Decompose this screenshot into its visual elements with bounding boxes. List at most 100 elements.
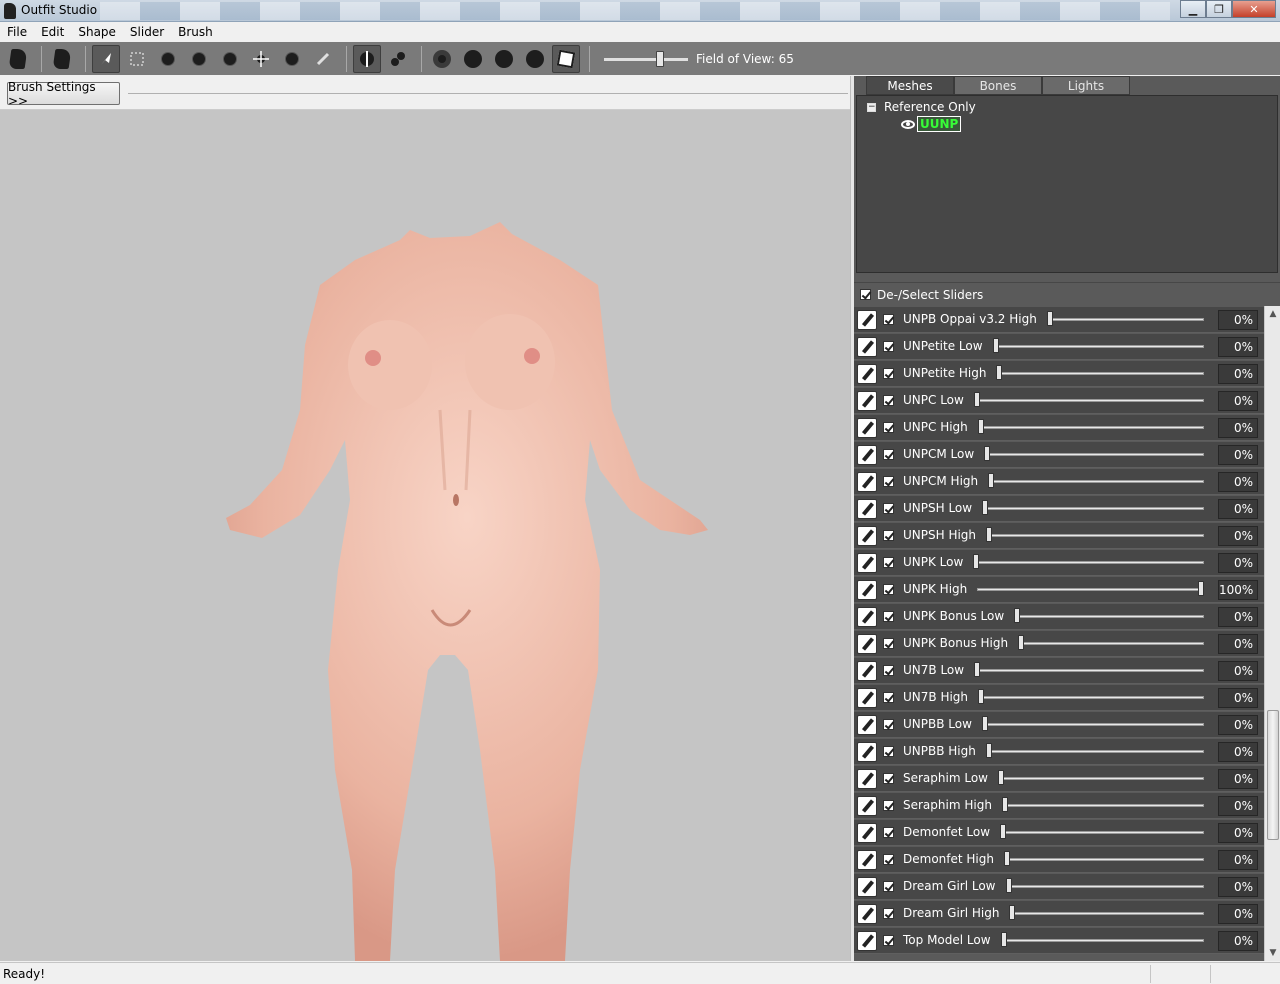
slider-track[interactable]: [984, 453, 1204, 456]
view-back-button[interactable]: [459, 45, 487, 73]
scrollbar-thumb[interactable]: [1267, 710, 1279, 840]
slider-thumb[interactable]: [974, 392, 980, 407]
slider-track[interactable]: [977, 588, 1204, 591]
slider-enable-checkbox[interactable]: [883, 503, 894, 514]
slider-thumb[interactable]: [1009, 905, 1015, 920]
slider-value-field[interactable]: 0%: [1218, 877, 1258, 897]
slider-value-field[interactable]: 0%: [1218, 931, 1258, 951]
slider-thumb[interactable]: [1000, 824, 1006, 839]
slider-thumb[interactable]: [986, 527, 992, 542]
slider-thumb[interactable]: [986, 743, 992, 758]
edit-slider-button[interactable]: [857, 904, 877, 924]
edit-slider-button[interactable]: [857, 823, 877, 843]
slider-thumb[interactable]: [998, 770, 1004, 785]
slider-list-scrollbar[interactable]: ▲ ▼: [1264, 306, 1280, 961]
collapse-toggle-icon[interactable]: −: [867, 102, 876, 112]
slider-track[interactable]: [1018, 642, 1204, 645]
fov-slider[interactable]: [604, 49, 688, 69]
slider-track[interactable]: [973, 561, 1204, 564]
edit-slider-button[interactable]: [857, 742, 877, 762]
inflate-brush-button[interactable]: [185, 45, 213, 73]
edit-slider-button[interactable]: [857, 337, 877, 357]
slider-enable-checkbox[interactable]: [883, 881, 894, 892]
slider-enable-checkbox[interactable]: [883, 530, 894, 541]
edit-slider-button[interactable]: [857, 877, 877, 897]
slider-value-field[interactable]: 0%: [1218, 472, 1258, 492]
slider-value-field[interactable]: 0%: [1218, 310, 1258, 330]
slider-value-field[interactable]: 0%: [1218, 634, 1258, 654]
weight-brush-button[interactable]: [309, 45, 337, 73]
slider-thumb[interactable]: [1006, 878, 1012, 893]
menu-shape[interactable]: Shape: [71, 25, 123, 39]
slider-enable-checkbox[interactable]: [883, 665, 894, 676]
slider-track[interactable]: [982, 723, 1204, 726]
x-mirror-button[interactable]: [353, 44, 381, 73]
new-project-button[interactable]: [4, 45, 32, 73]
slider-enable-checkbox[interactable]: [883, 422, 894, 433]
scroll-down-icon[interactable]: ▼: [1265, 945, 1280, 961]
slider-enable-checkbox[interactable]: [883, 773, 894, 784]
select-tool-button[interactable]: [92, 44, 120, 73]
slider-value-field[interactable]: 0%: [1218, 499, 1258, 519]
edit-slider-button[interactable]: [857, 850, 877, 870]
slider-thumb[interactable]: [973, 554, 979, 569]
slider-track[interactable]: [998, 777, 1204, 780]
slider-value-field[interactable]: 0%: [1218, 688, 1258, 708]
menu-file[interactable]: File: [0, 25, 34, 39]
slider-track[interactable]: [993, 345, 1204, 348]
connected-only-button[interactable]: [384, 45, 412, 73]
slider-thumb[interactable]: [988, 473, 994, 488]
tree-mesh-item[interactable]: UUNP: [901, 116, 962, 132]
slider-thumb[interactable]: [1198, 581, 1204, 596]
slider-value-field[interactable]: 0%: [1218, 418, 1258, 438]
slider-value-field[interactable]: 100%: [1218, 580, 1258, 600]
slider-track[interactable]: [982, 507, 1204, 510]
3d-viewport[interactable]: [0, 110, 850, 961]
tab-meshes[interactable]: Meshes: [866, 76, 954, 95]
slider-enable-checkbox[interactable]: [883, 368, 894, 379]
slider-thumb[interactable]: [1047, 311, 1053, 326]
slider-value-field[interactable]: 0%: [1218, 742, 1258, 762]
edit-slider-button[interactable]: [857, 391, 877, 411]
maximize-button[interactable]: ❐: [1206, 0, 1232, 18]
slider-thumb[interactable]: [1018, 635, 1024, 650]
view-left-button[interactable]: [490, 45, 518, 73]
slider-enable-checkbox[interactable]: [883, 638, 894, 649]
edit-slider-button[interactable]: [857, 661, 877, 681]
slider-enable-checkbox[interactable]: [883, 827, 894, 838]
edit-slider-button[interactable]: [857, 364, 877, 384]
fov-slider-thumb[interactable]: [656, 50, 664, 67]
edit-slider-button[interactable]: [857, 553, 877, 573]
slider-track[interactable]: [974, 399, 1204, 402]
slider-track[interactable]: [988, 480, 1204, 483]
transform-tool-button[interactable]: [123, 45, 151, 73]
edit-slider-button[interactable]: [857, 688, 877, 708]
slider-track[interactable]: [1009, 912, 1204, 915]
view-right-button[interactable]: [521, 45, 549, 73]
slider-enable-checkbox[interactable]: [883, 935, 894, 946]
edit-slider-button[interactable]: [857, 607, 877, 627]
menu-slider[interactable]: Slider: [123, 25, 171, 39]
slider-thumb[interactable]: [982, 500, 988, 515]
slider-enable-checkbox[interactable]: [883, 611, 894, 622]
slider-thumb[interactable]: [978, 419, 984, 434]
slider-track[interactable]: [1014, 615, 1204, 618]
slider-thumb[interactable]: [984, 446, 990, 461]
slider-value-field[interactable]: 0%: [1218, 391, 1258, 411]
slider-value-field[interactable]: 0%: [1218, 364, 1258, 384]
menu-edit[interactable]: Edit: [34, 25, 71, 39]
slider-value-field[interactable]: 0%: [1218, 526, 1258, 546]
slider-thumb[interactable]: [1014, 608, 1020, 623]
slider-track[interactable]: [1002, 804, 1204, 807]
slider-enable-checkbox[interactable]: [883, 719, 894, 730]
slider-value-field[interactable]: 0%: [1218, 850, 1258, 870]
slider-track[interactable]: [1006, 885, 1204, 888]
slider-enable-checkbox[interactable]: [883, 746, 894, 757]
slider-track[interactable]: [1000, 831, 1204, 834]
edit-slider-button[interactable]: [857, 796, 877, 816]
edit-slider-button[interactable]: [857, 526, 877, 546]
slider-enable-checkbox[interactable]: [883, 395, 894, 406]
edit-slider-button[interactable]: [857, 634, 877, 654]
edit-slider-button[interactable]: [857, 769, 877, 789]
slider-track[interactable]: [1047, 318, 1204, 321]
